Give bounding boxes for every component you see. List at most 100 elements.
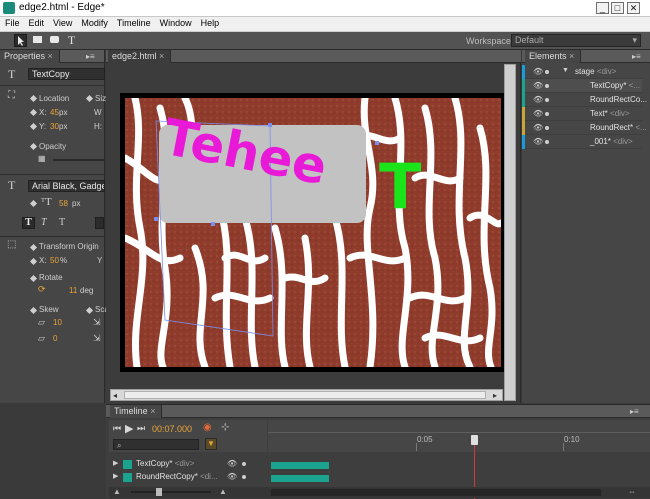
text-style-button[interactable]: T xyxy=(59,217,65,228)
current-time[interactable]: 00:07.000 xyxy=(152,424,192,434)
minimize-button[interactable]: _ xyxy=(596,2,609,14)
menu-edit[interactable]: Edit xyxy=(24,17,49,28)
origin-x-value[interactable]: 50 xyxy=(50,256,59,265)
keyframe-diamond-icon[interactable] xyxy=(29,199,38,208)
workspace-select[interactable]: Default ▾ xyxy=(511,34,641,47)
rectangle-tool-icon[interactable] xyxy=(31,34,44,47)
tab-elements[interactable]: Elements × xyxy=(525,50,582,63)
menu-help[interactable]: Help xyxy=(196,17,224,28)
keyframe-diamond-icon[interactable] xyxy=(85,94,94,103)
expand-triangle-icon[interactable]: ▶ xyxy=(113,459,118,467)
eye-icon[interactable]: 👁 xyxy=(227,472,237,481)
lock-dot-icon[interactable] xyxy=(545,126,549,130)
lock-dot-icon[interactable] xyxy=(545,70,549,74)
lock-dot-icon[interactable] xyxy=(242,475,246,479)
playhead-handle[interactable] xyxy=(471,435,478,445)
panel-menu-icon[interactable]: ▸≡ xyxy=(632,52,641,61)
bold-button[interactable]: T xyxy=(22,217,35,229)
element-row-roundrect[interactable]: 👁 RoundRect* <... xyxy=(522,121,647,135)
x-value[interactable]: 45 xyxy=(50,108,59,117)
eye-icon[interactable]: 👁 xyxy=(533,123,543,132)
tab-properties[interactable]: Properties × xyxy=(0,50,60,63)
keyframe-diamond-icon[interactable] xyxy=(29,274,38,283)
lock-dot-icon[interactable] xyxy=(545,140,549,144)
skew-x-value[interactable]: 10 xyxy=(53,318,62,327)
element-row-roundrectcopy[interactable]: 👁 RoundRectCo... xyxy=(522,93,647,107)
element-row-stage[interactable]: 👁 ▼ stage <div> xyxy=(522,65,642,79)
lock-dot-icon[interactable] xyxy=(545,98,549,102)
scroll-left-icon[interactable]: ◂ xyxy=(113,391,117,400)
keyframe-diamond-icon[interactable] xyxy=(85,306,94,315)
go-to-start-icon[interactable]: ⏮ xyxy=(113,423,121,434)
zoom-out-icon[interactable]: ▲ xyxy=(113,487,121,496)
menu-view[interactable]: View xyxy=(48,17,76,28)
go-to-end-icon[interactable]: ⏭ xyxy=(137,423,145,434)
timeline-scrollbar[interactable] xyxy=(271,489,601,496)
keyframe-diamond-icon[interactable] xyxy=(29,122,38,131)
menu-modify[interactable]: Modify xyxy=(76,17,112,28)
element-name-field[interactable]: TextCopy xyxy=(28,68,105,80)
filter-icon[interactable]: ▼ xyxy=(205,438,217,450)
eye-icon[interactable]: 👁 xyxy=(533,137,543,146)
zoom-in-icon[interactable]: ▲ xyxy=(219,487,227,496)
text-tool-icon[interactable]: T xyxy=(65,34,78,47)
keyframe-diamond-icon[interactable] xyxy=(29,108,38,117)
expand-triangle-icon[interactable]: ▼ xyxy=(562,67,569,74)
keyframe-diamond-icon[interactable] xyxy=(29,257,38,266)
time-ruler[interactable]: 0:05 0:10 xyxy=(268,420,650,452)
stage-text-t[interactable]: T xyxy=(379,150,421,223)
lock-dot-icon[interactable] xyxy=(242,462,246,466)
element-row-textcopy[interactable]: 👁 TextCopy* <... xyxy=(522,79,642,93)
maximize-button[interactable]: □ xyxy=(611,2,624,14)
zoom-fit-icon[interactable]: ⇔ xyxy=(628,487,636,496)
transform-handle[interactable] xyxy=(154,217,158,221)
stage-canvas[interactable]: Tehee T xyxy=(125,98,501,367)
timeline-filter-input[interactable]: ⌕ xyxy=(113,439,199,450)
rotate-value[interactable]: 11 xyxy=(69,286,77,295)
eye-icon[interactable]: 👁 xyxy=(533,81,543,90)
horizontal-scrollbar[interactable]: ◂ ▸ xyxy=(110,389,503,401)
lock-dot-icon[interactable] xyxy=(545,84,549,88)
timeline-bar-roundrectcopy[interactable] xyxy=(271,475,329,482)
zoom-slider-thumb[interactable] xyxy=(156,488,162,496)
vertical-scrollbar[interactable] xyxy=(504,64,516,401)
font-family-field[interactable]: Arial Black, Gadget, s xyxy=(28,180,105,192)
timeline-bar-textcopy[interactable] xyxy=(271,462,329,469)
text-color-swatch[interactable] xyxy=(95,217,104,229)
element-row-text[interactable]: 👁 Text* <div> xyxy=(522,107,642,121)
keyframe-diamond-icon[interactable] xyxy=(29,306,38,315)
toggle-pins-icon[interactable]: ⊹ xyxy=(221,422,229,433)
tab-timeline[interactable]: Timeline × xyxy=(110,405,163,418)
scroll-right-icon[interactable]: ▸ xyxy=(493,391,497,400)
lock-dot-icon[interactable] xyxy=(545,112,549,116)
opacity-slider[interactable] xyxy=(53,159,104,161)
keyframe-diamond-icon[interactable] xyxy=(29,142,38,151)
eye-icon[interactable]: 👁 xyxy=(533,109,543,118)
keyframe-diamond-icon[interactable] xyxy=(29,94,38,103)
scrollbar-thumb[interactable] xyxy=(124,391,486,399)
italic-button[interactable]: T xyxy=(41,217,47,228)
eye-icon[interactable]: 👁 xyxy=(533,67,543,76)
zoom-slider[interactable] xyxy=(131,491,211,493)
menu-file[interactable]: File xyxy=(0,17,24,28)
stage[interactable]: Tehee T xyxy=(120,93,506,372)
font-size-value[interactable]: 58 xyxy=(59,199,68,208)
expand-triangle-icon[interactable]: ▶ xyxy=(113,472,118,480)
eye-icon[interactable]: 👁 xyxy=(227,459,237,468)
transform-handle[interactable] xyxy=(211,222,215,226)
y-value[interactable]: 30 xyxy=(50,122,59,131)
transform-handle[interactable] xyxy=(375,141,379,145)
element-row-001[interactable]: 👁 _001* <div> xyxy=(522,135,642,149)
skew-y-value[interactable]: 0 xyxy=(53,334,57,343)
keyframe-diamond-icon[interactable] xyxy=(29,243,38,252)
play-icon[interactable]: ▶ xyxy=(125,422,133,435)
menu-window[interactable]: Window xyxy=(155,17,196,28)
auto-keyframe-icon[interactable]: ◉ xyxy=(203,422,212,433)
timeline-row-textcopy[interactable]: ▶ TextCopy* <div> 👁 xyxy=(109,459,267,470)
close-button[interactable]: ✕ xyxy=(627,2,640,14)
timeline-row-roundrectcopy[interactable]: ▶ RoundRectCopy* <di... 👁 xyxy=(109,472,267,483)
eye-icon[interactable]: 👁 xyxy=(533,95,543,104)
rounded-rect-tool-icon[interactable] xyxy=(48,34,61,47)
menu-timeline[interactable]: Timeline xyxy=(112,17,155,28)
tab-edge2-html[interactable]: edge2.html × xyxy=(108,50,172,63)
